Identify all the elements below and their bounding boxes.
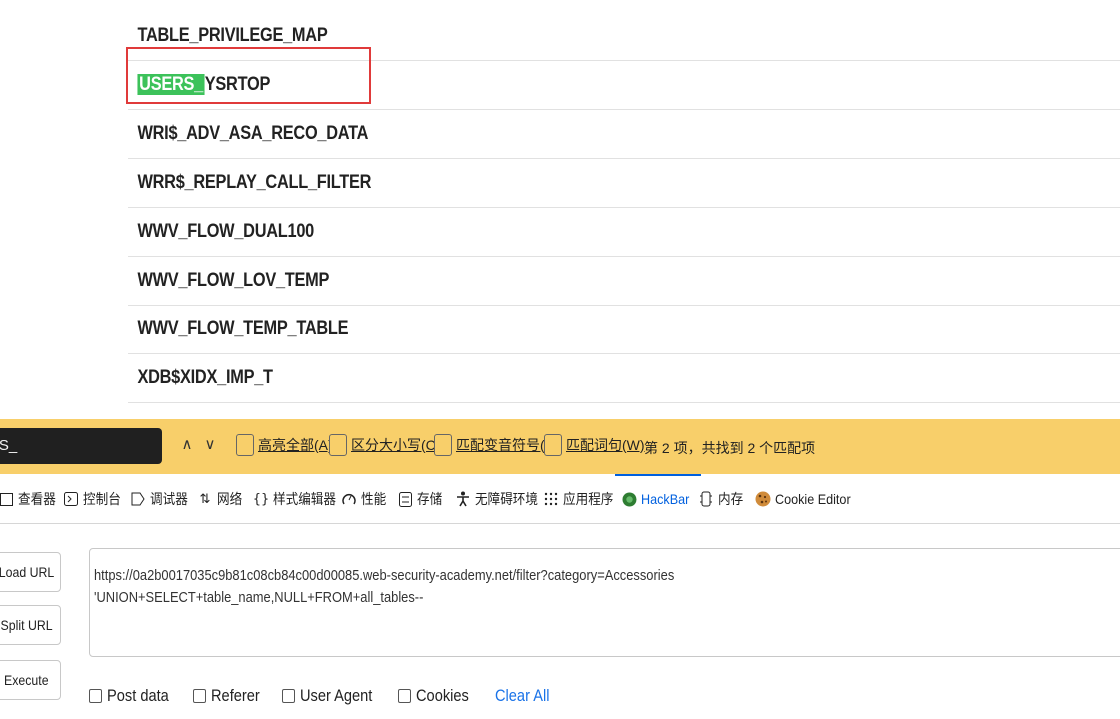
debugger-icon xyxy=(130,490,146,508)
accessibility-icon xyxy=(455,490,471,508)
storage-icon xyxy=(397,490,413,508)
table-name: XDB$XIDX_IMP_T xyxy=(137,367,273,388)
tab-network[interactable]: ⇅ 网络 xyxy=(197,474,245,524)
table-row: WWV_FLOW_DUAL100 xyxy=(128,208,1120,257)
tab-performance[interactable]: 性能 xyxy=(341,474,389,524)
network-icon: ⇅ xyxy=(199,491,211,507)
tab-storage[interactable]: 存储 xyxy=(397,474,445,524)
cookies-checkbox[interactable]: Cookies xyxy=(397,686,477,706)
table-row: WRR$_REPLAY_CALL_FILTER xyxy=(128,159,1120,208)
find-status: 第 2 项，共找到 2 个匹配项 xyxy=(644,440,816,456)
split-url-button[interactable]: Split URL xyxy=(0,605,61,645)
tab-memory[interactable]: 内存 xyxy=(698,474,746,524)
tab-console[interactable]: 控制台 xyxy=(63,474,125,524)
tab-accessibility[interactable]: 无障碍环境 xyxy=(455,474,545,524)
inspector-icon xyxy=(0,490,14,508)
table-row: WWV_FLOW_TEMP_TABLE xyxy=(128,305,1120,354)
find-input[interactable]: RS_ xyxy=(0,428,162,464)
console-icon xyxy=(63,490,79,508)
tab-application[interactable]: 应用程序 xyxy=(543,474,619,524)
tab-inspector[interactable]: 查看器 xyxy=(0,474,60,524)
memory-icon xyxy=(698,490,714,508)
chevron-down-icon[interactable]: ∨ xyxy=(200,435,220,457)
table-row: WWV_FLOW_LOV_TEMP xyxy=(128,257,1120,306)
hackbar-panel: Load URL Split URL Execute https://0a2b0… xyxy=(0,525,1120,719)
table-name: WRI$_ADV_ASA_RECO_DATA xyxy=(137,123,369,144)
execute-button[interactable]: Execute xyxy=(0,660,61,700)
load-url-button[interactable]: Load URL xyxy=(0,552,61,592)
whole-words-checkbox[interactable]: 匹配词句(W) xyxy=(544,434,645,456)
clear-all-link[interactable]: Clear All xyxy=(495,686,549,706)
url-textarea[interactable]: https://0a2b0017035c9b81c08cb84c00d00085… xyxy=(89,548,1120,657)
table-name: WWV_FLOW_TEMP_TABLE xyxy=(137,318,349,339)
post-data-checkbox[interactable]: Post data xyxy=(89,686,179,706)
hackbar-icon xyxy=(621,490,637,508)
devtools-toolbar: 查看器 控制台 调试器 ⇅ 网络 {} 样式编辑器 性能 存储 无障碍环境 应用程序 xyxy=(0,474,1120,524)
table-row: XDB$XIDX_IMP_T xyxy=(128,354,1120,403)
table-name: WWV_FLOW_DUAL100 xyxy=(137,221,315,242)
payload-line: 'UNION+SELECT+table_name,NULL+FROM+all_t… xyxy=(94,589,424,606)
table-name: WWV_FLOW_LOV_TEMP xyxy=(137,270,330,291)
match-diacritics-checkbox[interactable]: 匹配变音符号(I) xyxy=(434,434,553,456)
annotation-red-box xyxy=(126,47,371,104)
application-icon xyxy=(543,490,559,508)
chevron-up-icon[interactable]: ∧ xyxy=(177,435,197,457)
highlight-all-checkbox[interactable]: 高亮全部(A) xyxy=(236,434,333,456)
url-line: https://0a2b0017035c9b81c08cb84c00d00085… xyxy=(94,567,675,584)
style-editor-icon: {} xyxy=(252,491,270,507)
referer-checkbox[interactable]: Referer xyxy=(192,686,268,706)
tab-hackbar[interactable]: HackBar xyxy=(615,474,701,524)
table-name: WRR$_REPLAY_CALL_FILTER xyxy=(137,172,372,193)
table-name: TABLE_PRIVILEGE_MAP xyxy=(137,25,328,46)
table-row: WRI$_ADV_ASA_RECO_DATA xyxy=(128,110,1120,159)
cookie-icon xyxy=(755,490,771,508)
hackbar-options: Post data Referer User Agent Cookies Cle… xyxy=(89,686,558,706)
user-agent-checkbox[interactable]: User Agent xyxy=(281,686,384,706)
tab-style-editor[interactable]: {} 样式编辑器 xyxy=(253,474,343,524)
tab-debugger[interactable]: 调试器 xyxy=(130,474,192,524)
find-bar: RS_ ∧ ∨ 高亮全部(A) 区分大小写(C) 匹配变音符号(I) 匹配词句(… xyxy=(0,419,1120,474)
performance-icon xyxy=(341,490,357,508)
table-name-list: TABLE_PRIVILEGE_MAP USERS_YSRTOP WRI$_AD… xyxy=(0,0,1120,410)
match-case-checkbox[interactable]: 区分大小写(C) xyxy=(329,434,440,456)
tab-cookie-editor[interactable]: Cookie Editor xyxy=(755,474,859,524)
